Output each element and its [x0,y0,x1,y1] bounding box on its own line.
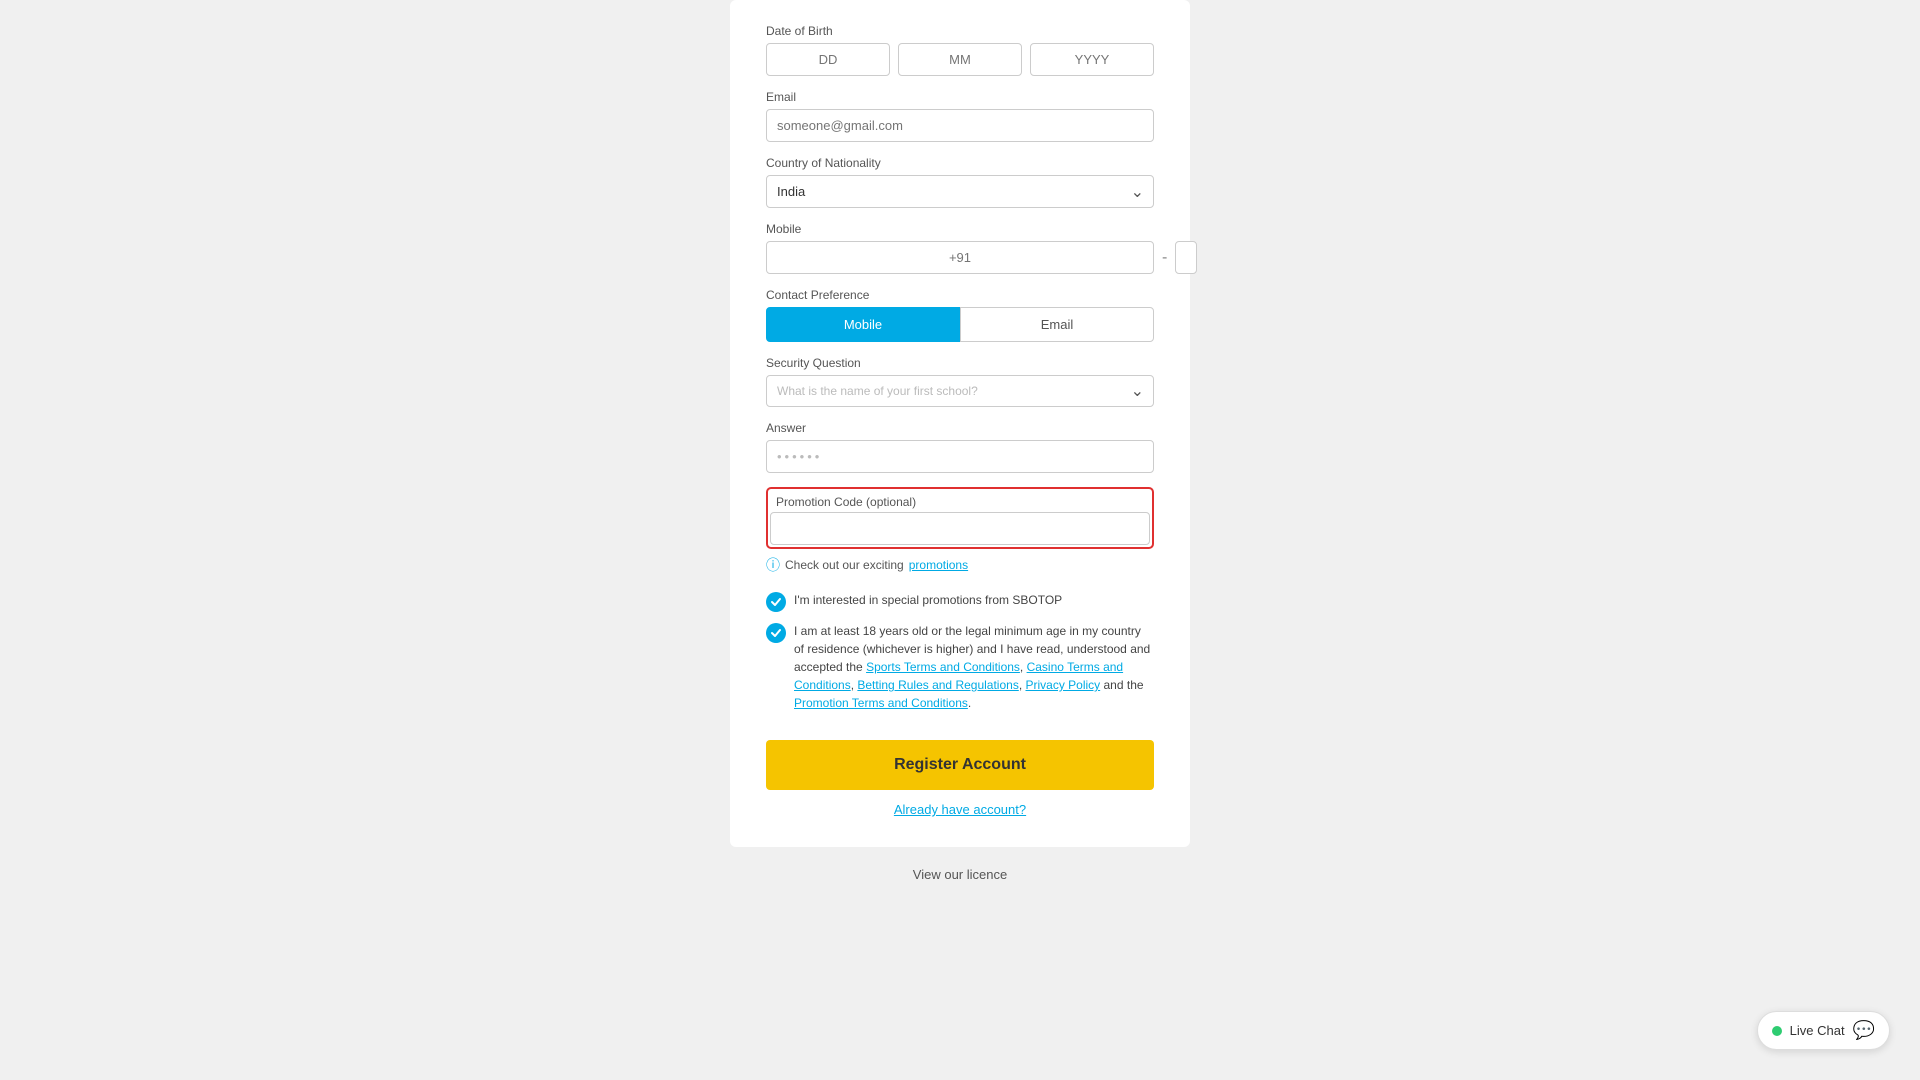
view-licence[interactable]: View our licence [913,867,1007,882]
mobile-dash: - [1162,249,1167,267]
already-have-account-link[interactable]: Already have account? [894,802,1026,817]
promotion-terms-link[interactable]: Promotion Terms and Conditions [794,696,968,710]
mobile-row: - [766,241,1154,274]
contact-preference-row: Mobile Email [766,307,1154,342]
answer-input[interactable] [766,440,1154,473]
security-question-select-wrapper: What is the name of your first school? ⌄ [766,375,1154,407]
security-question-select[interactable]: What is the name of your first school? [766,375,1154,407]
mobile-number-input[interactable] [1175,241,1197,274]
live-chat-icon: 💬 [1853,1020,1875,1041]
dob-row [766,43,1154,76]
security-question-label: Security Question [766,356,1154,370]
privacy-policy-link[interactable]: Privacy Policy [1025,678,1100,692]
info-icon: ⓘ [766,555,780,575]
promotions-link[interactable]: promotions [909,558,968,572]
dob-label: Date of Birth [766,24,1154,38]
dob-yyyy-input[interactable] [1030,43,1154,76]
answer-label: Answer [766,421,1154,435]
promo-code-input[interactable] [770,512,1150,545]
promo-info-text: Check out our exciting [785,558,904,572]
checkbox-row-1: I'm interested in special promotions fro… [766,591,1154,612]
contact-email-button[interactable]: Email [960,307,1154,342]
checkbox-checked-2[interactable] [766,623,786,643]
mobile-prefix-input[interactable] [766,241,1154,274]
contact-mobile-button[interactable]: Mobile [766,307,960,342]
view-licence-link[interactable]: View our licence [913,867,1007,882]
checkboxes-section: I'm interested in special promotions fro… [766,591,1154,712]
sports-terms-link[interactable]: Sports Terms and Conditions [866,660,1020,674]
register-account-button[interactable]: Register Account [766,740,1154,790]
nationality-select-wrapper: India ⌄ [766,175,1154,208]
checkbox-checked-1[interactable] [766,592,786,612]
live-chat-status-dot [1772,1026,1782,1036]
nationality-label: Country of Nationality [766,156,1154,170]
checkbox-label-1: I'm interested in special promotions fro… [794,591,1062,609]
contact-pref-label: Contact Preference [766,288,1154,302]
live-chat-widget[interactable]: Live Chat 💬 [1757,1011,1890,1050]
checkbox-label-2: I am at least 18 years old or the legal … [794,622,1154,712]
promo-code-wrapper: Promotion Code (optional) [766,487,1154,549]
live-chat-label: Live Chat [1790,1023,1845,1038]
promo-code-label: Promotion Code (optional) [770,491,1150,509]
dob-mm-input[interactable] [898,43,1022,76]
already-have-account: Already have account? [766,802,1154,817]
email-input[interactable] [766,109,1154,142]
dob-dd-input[interactable] [766,43,890,76]
mobile-label: Mobile [766,222,1154,236]
email-label: Email [766,90,1154,104]
betting-rules-link[interactable]: Betting Rules and Regulations [857,678,1018,692]
nationality-select[interactable]: India [766,175,1154,208]
promo-info: ⓘ Check out our exciting promotions [766,555,1154,575]
checkbox-row-2: I am at least 18 years old or the legal … [766,622,1154,712]
